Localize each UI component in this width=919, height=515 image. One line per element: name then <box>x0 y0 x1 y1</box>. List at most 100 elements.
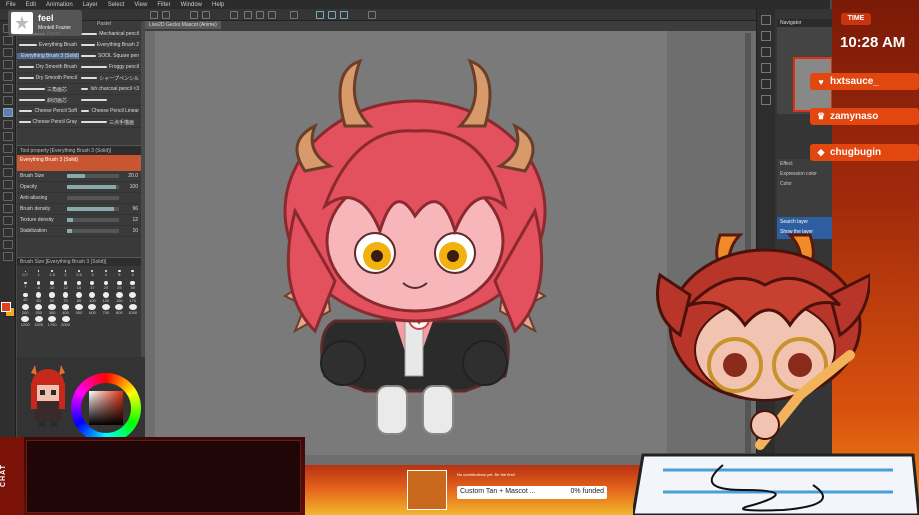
brush-size-option[interactable]: 70 <box>59 292 71 303</box>
snap-grid-icon[interactable] <box>340 11 348 19</box>
brush-item[interactable]: Mechanical pencil <box>79 31 141 37</box>
menu-edit[interactable]: Edit <box>26 2 36 8</box>
blend-tool-icon[interactable] <box>2 156 13 165</box>
brush-item[interactable]: Cheese Pencil Soft <box>17 108 79 114</box>
brush-item[interactable] <box>79 99 141 101</box>
menu-view[interactable]: View <box>134 2 147 8</box>
search-layer-icon[interactable] <box>761 95 771 105</box>
hand-tool-icon[interactable] <box>2 36 13 45</box>
menu-window[interactable]: Window <box>181 2 202 8</box>
invert-icon[interactable] <box>268 11 276 19</box>
brush-size-option[interactable]: 6 <box>127 268 139 279</box>
menu-help[interactable]: Help <box>212 2 224 8</box>
menu-filter[interactable]: Filter <box>157 2 170 8</box>
brush-size-option[interactable]: 1200 <box>19 316 31 327</box>
property-slider[interactable] <box>67 185 119 189</box>
ruler-tool-icon[interactable] <box>2 216 13 225</box>
property-value[interactable]: 20.0 <box>122 173 138 179</box>
brush-size-option[interactable]: 1000 <box>127 304 139 315</box>
move-tool-icon[interactable] <box>2 48 13 57</box>
settings-icon[interactable] <box>368 11 376 19</box>
layer-icon[interactable] <box>761 79 771 89</box>
property-value[interactable]: 100 <box>122 184 138 190</box>
brush-size-option[interactable]: 100 <box>86 292 98 303</box>
history-icon[interactable] <box>761 63 771 73</box>
brush-size-option[interactable]: 25 <box>113 280 125 291</box>
brush-size-option[interactable]: 1.5 <box>46 268 58 279</box>
brush-size-option[interactable]: 30 <box>127 280 139 291</box>
brush-size-option[interactable]: 17 <box>86 280 98 291</box>
brush-size-option[interactable]: 200 <box>19 304 31 315</box>
tool-icon[interactable] <box>290 11 298 19</box>
menu-file[interactable]: File <box>6 2 16 8</box>
brush-item[interactable]: Ish charcoal pencil <3 <box>79 86 141 92</box>
balloon-tool-icon[interactable] <box>2 240 13 249</box>
brush-item[interactable]: 三角画芯 <box>17 86 79 93</box>
brush-item[interactable]: Everything Brush <box>17 42 79 48</box>
color-option[interactable]: Color <box>777 179 833 189</box>
brush-item[interactable]: Everything Brush 2 <box>79 42 141 48</box>
brush-size-option[interactable]: 40 <box>19 292 31 303</box>
navigator-icon[interactable] <box>761 15 771 25</box>
color-swatches[interactable] <box>0 296 16 326</box>
frame-tool-icon[interactable] <box>2 204 13 213</box>
lasso-tool-icon[interactable] <box>2 72 13 81</box>
color-wheel[interactable] <box>71 373 141 443</box>
brush-size-option[interactable]: 150 <box>113 292 125 303</box>
brush-size-option[interactable]: 50 <box>32 292 44 303</box>
brush-item[interactable]: Cheese Pencil Gray <box>17 119 79 125</box>
brush-size-option[interactable]: 4 <box>100 268 112 279</box>
brush-item[interactable]: Everything Brush 3 (Solid) <box>17 53 79 59</box>
brush-size-option[interactable]: 2.5 <box>73 268 85 279</box>
pen-tool-icon[interactable] <box>2 96 13 105</box>
brush-size-option[interactable]: 1700 <box>46 316 58 327</box>
menu-layer[interactable]: Layer <box>83 2 98 8</box>
crop-icon[interactable] <box>256 11 264 19</box>
brush-size-option[interactable]: 60 <box>46 292 58 303</box>
brush-size-option[interactable]: 1 <box>32 268 44 279</box>
chat-feed[interactable] <box>26 440 301 513</box>
brush-size-option[interactable]: 120 <box>100 292 112 303</box>
fill-tool-icon[interactable] <box>2 168 13 177</box>
property-slider[interactable] <box>67 174 119 178</box>
deselect-icon[interactable] <box>244 11 252 19</box>
gradient-tool-icon[interactable] <box>2 180 13 189</box>
select-tool-icon[interactable] <box>2 60 13 69</box>
brush-size-option[interactable]: 2000 <box>59 316 71 327</box>
menu-select[interactable]: Select <box>108 2 125 8</box>
brush-size-option[interactable]: 800 <box>113 304 125 315</box>
figure-tool-icon[interactable] <box>2 192 13 201</box>
property-slider[interactable] <box>67 207 119 211</box>
brush-size-option[interactable]: 600 <box>86 304 98 315</box>
main-color-swatch[interactable] <box>1 302 11 312</box>
property-slider[interactable] <box>67 218 119 222</box>
property-slider[interactable] <box>67 196 119 200</box>
brush-size-option[interactable]: 3 <box>86 268 98 279</box>
property-value[interactable]: 10 <box>122 228 138 234</box>
undo-icon[interactable] <box>150 11 158 19</box>
property-value[interactable]: 96 <box>122 206 138 212</box>
material-icon[interactable] <box>761 47 771 57</box>
brush-size-option[interactable]: 700 <box>100 304 112 315</box>
brush-item[interactable]: シャープペンシル <box>79 75 141 82</box>
snap-special-icon[interactable] <box>328 11 336 19</box>
canvas-tab[interactable]: Live2D Gecko Mascot (Anime) <box>145 21 221 29</box>
brush-item[interactable]: SOOL Square pen <box>79 53 141 59</box>
brush-size-option[interactable]: 1500 <box>32 316 44 327</box>
brush-size-option[interactable]: 170 <box>127 292 139 303</box>
brush-size-option[interactable]: 20 <box>100 280 112 291</box>
snap-ruler-icon[interactable] <box>316 11 324 19</box>
brush-size-option[interactable]: 2 <box>59 268 71 279</box>
subview-icon[interactable] <box>761 31 771 41</box>
eraser-tool-icon[interactable] <box>2 144 13 153</box>
brush-group-label[interactable]: Pastel <box>97 21 111 29</box>
brush-size-option[interactable]: 500 <box>73 304 85 315</box>
property-slider[interactable] <box>67 229 119 233</box>
brush-size-option[interactable]: 7 <box>19 280 31 291</box>
brush-size-option[interactable]: 400 <box>59 304 71 315</box>
redo-icon[interactable] <box>162 11 170 19</box>
brush-size-option[interactable]: 80 <box>73 292 85 303</box>
brush-item[interactable]: Froggy pencil <box>79 64 141 70</box>
brush-size-option[interactable]: 10 <box>46 280 58 291</box>
drawing-canvas[interactable] <box>155 31 667 455</box>
